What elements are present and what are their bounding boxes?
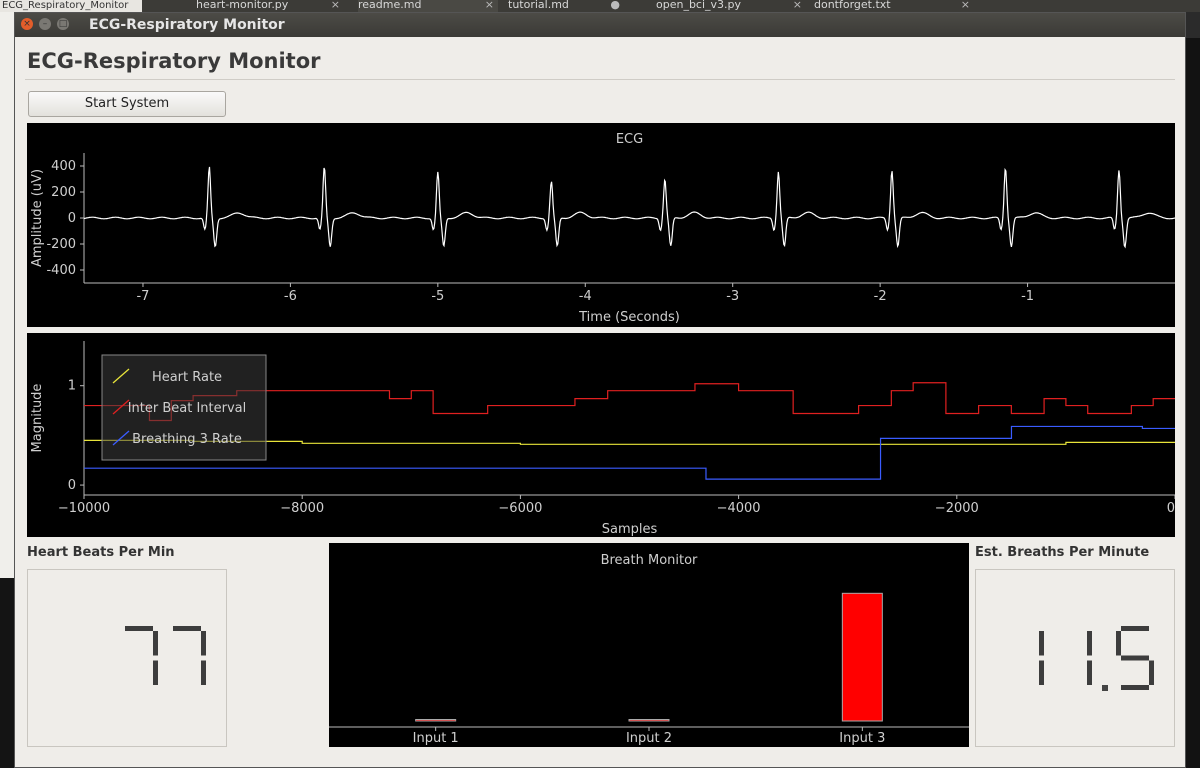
window-titlebar[interactable]: × – □ ECG-Respiratory Monitor (15, 13, 1185, 37)
heart-rate-label: Heart Beats Per Min (27, 545, 175, 560)
ecg-x-tick-label: -5 (431, 289, 444, 304)
heart-rate-lcd-digits (125, 626, 206, 685)
editor-tab[interactable]: heart-monitor.py × (196, 0, 344, 12)
breaths-lcd-segment (1149, 660, 1154, 685)
breaths-per-minute-lcd-digits (1039, 626, 1154, 691)
breaths-lcd-segment (1039, 631, 1044, 656)
close-icon[interactable]: × (331, 0, 340, 10)
close-icon[interactable]: × (485, 0, 494, 10)
breath-bar (415, 719, 457, 722)
breaths-lcd-segment (1087, 660, 1092, 685)
breaths-lcd-digit (1116, 626, 1154, 690)
heart-rate-lcd-segment (173, 626, 201, 631)
page-title: ECG-Respiratory Monitor (27, 49, 321, 73)
editor-tab-label: readme.md (358, 0, 422, 11)
breaths-lcd-digit (1039, 631, 1044, 685)
close-icon[interactable]: × (793, 0, 802, 10)
magnitude-x-tick-label: −8000 (280, 501, 324, 516)
legend-entry: Heart Rate (152, 370, 222, 385)
ecg-y-tick-label: 400 (51, 159, 76, 174)
magnitude-x-tick-label: −6000 (498, 501, 542, 516)
app-window: × – □ ECG-Respiratory Monitor ECG-Respir… (14, 12, 1186, 768)
legend-entry: Inter Beat Interval (128, 401, 247, 416)
close-icon[interactable]: × (961, 0, 970, 10)
breath-monitor-plot[interactable]: Breath Monitor Input 1 Input 2 Input 3 (329, 543, 969, 747)
start-system-button[interactable]: Start System (28, 91, 226, 117)
heart-rate-lcd-segment (153, 631, 158, 656)
breath-monitor-svg: Breath Monitor Input 1 Input 2 Input 3 (329, 553, 969, 746)
breath-x-tick-label: Input 2 (626, 731, 672, 746)
breaths-lcd-segment (1121, 626, 1149, 631)
breath-bar (841, 592, 883, 722)
breaths-per-minute-label: Est. Breaths Per Minute (975, 545, 1150, 560)
ecg-x-tick-label: -1 (1021, 289, 1034, 304)
ecg-plot[interactable]: ECG 400 200 0 -200 -400 -7 -6 -5 -4 -3 -2 -1 Time (Se… (27, 123, 1175, 327)
editor-tab[interactable]: dontforget.txt × (814, 0, 974, 12)
title-divider (25, 79, 1175, 80)
heart-rate-lcd-segment (201, 660, 206, 685)
breaths-lcd-decimal-point (1102, 685, 1108, 691)
ecg-x-tick-label: -4 (579, 289, 592, 304)
magnitude-plot[interactable]: 1 0 −10000 −8000 −6000 −4000 −2000 0 Samples Magn… (27, 333, 1175, 537)
window-maximize-icon[interactable]: □ (57, 18, 69, 30)
breaths-lcd-digit (1087, 631, 1092, 685)
magnitude-x-tick-label: −10000 (58, 501, 110, 516)
ecg-y-tick-label: -200 (46, 237, 76, 252)
breath-x-tick-label: Input 1 (413, 731, 459, 746)
breath-x-tick-label: Input 3 (839, 731, 885, 746)
ecg-y-axis-label: Amplitude (uV) (30, 169, 45, 267)
magnitude-y-axis-label: Magnitude (30, 384, 45, 453)
editor-tab[interactable]: open_bci_v3.py × (656, 0, 806, 12)
breath-bar (628, 719, 670, 722)
ecg-y-tick-label: 0 (68, 211, 76, 226)
heart-rate-lcd-segment (125, 626, 153, 631)
ecg-x-tick-label: -6 (284, 289, 297, 304)
breaths-lcd-segment (1116, 631, 1121, 656)
editor-tab-label: dontforget.txt (814, 0, 891, 11)
editor-tab-bar: ECG_Respiratory_Monitor heart-monitor.py… (0, 0, 1200, 12)
editor-tab[interactable]: tutorial.md ● (508, 0, 624, 12)
magnitude-x-tick-label: 0 (1167, 501, 1175, 516)
breaths-lcd-segment (1087, 631, 1092, 656)
ecg-x-tick-label: -2 (874, 289, 887, 304)
magnitude-legend: Heart Rate Inter Beat Interval Breathing 3… (101, 354, 267, 461)
editor-tab-label: heart-monitor.py (196, 0, 289, 11)
magnitude-plot-svg: 1 0 −10000 −8000 −6000 −4000 −2000 0 Samples Magn… (30, 341, 1175, 537)
ecg-x-axis-label: Time (Seconds) (578, 310, 680, 325)
breaths-lcd-segment (1121, 655, 1149, 661)
ecg-x-tick-label: -3 (726, 289, 739, 304)
magnitude-x-tick-label: −4000 (717, 501, 761, 516)
magnitude-x-axis-label: Samples (602, 522, 658, 537)
taskbar-window-label[interactable]: ECG_Respiratory_Monitor (0, 0, 142, 12)
heart-rate-lcd (27, 569, 227, 747)
magnitude-y-tick-label: 0 (68, 478, 76, 493)
editor-tab[interactable]: readme.md × (358, 0, 498, 12)
ecg-x-tick-label: -7 (136, 289, 149, 304)
magnitude-x-tick-label: −2000 (935, 501, 979, 516)
ecg-plot-svg: ECG 400 200 0 -200 -400 -7 -6 -5 -4 -3 -2 -1 Time (Se… (30, 132, 1175, 325)
unsaved-dot-icon[interactable]: ● (610, 0, 620, 10)
window-close-icon[interactable]: × (21, 18, 33, 30)
legend-entry: Breathing 3 Rate (132, 432, 242, 447)
ecg-y-tick-label: 200 (51, 185, 76, 200)
heart-rate-lcd-digit (125, 626, 158, 685)
ecg-title: ECG (616, 132, 643, 147)
window-title: ECG-Respiratory Monitor (89, 17, 285, 33)
breaths-lcd-segment (1121, 685, 1149, 690)
window-minimize-icon[interactable]: – (39, 18, 51, 30)
ecg-y-tick-label: -400 (46, 263, 76, 278)
heart-rate-lcd-digit (173, 626, 206, 685)
breaths-lcd-segment (1039, 660, 1044, 685)
editor-tab-label: open_bci_v3.py (656, 0, 742, 11)
breaths-per-minute-lcd (975, 569, 1175, 747)
magnitude-y-tick-label: 1 (68, 379, 76, 394)
ecg-trace (83, 166, 1175, 249)
editor-tab-label: tutorial.md (508, 0, 569, 11)
breath-monitor-title: Breath Monitor (601, 553, 698, 568)
background-terminal-right (1186, 38, 1200, 768)
heart-rate-lcd-segment (201, 631, 206, 656)
heart-rate-lcd-segment (153, 660, 158, 685)
